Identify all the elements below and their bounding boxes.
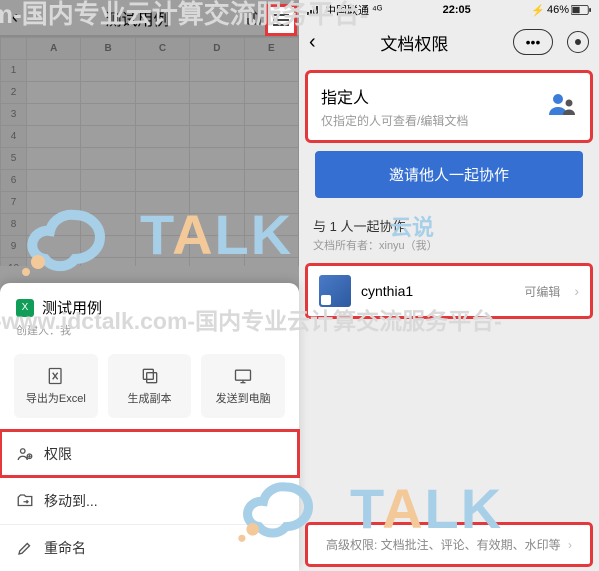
nav-bar: ‹ 文档权限 ••• [299, 20, 599, 64]
battery-label: 46% [547, 4, 569, 16]
monitor-icon [233, 366, 253, 386]
permission-label: 权限 [44, 444, 72, 464]
panel-title: 测试用例 [42, 297, 102, 318]
network-label: ⁴ᴳ [372, 4, 382, 16]
panel-subtitle: 创建人：我 [16, 322, 283, 338]
permission-icon [16, 445, 34, 463]
collab-count: 与 1 人一起协作 [313, 216, 585, 235]
invite-button[interactable]: 邀请他人一起协作 [315, 151, 583, 198]
menu-icon [272, 12, 290, 28]
spreadsheet-grid[interactable]: ABCDE 1 2 3 4 5 6 7 8 9 10 11 12 [0, 36, 299, 266]
rename-label: 重命名 [44, 538, 86, 558]
people-icon [547, 90, 577, 116]
nav-title: 文档权限 [316, 30, 513, 55]
more-button[interactable]: ••• [513, 29, 553, 55]
target-button[interactable] [567, 31, 589, 53]
back-icon[interactable]: ‹ [309, 31, 316, 54]
pencil-icon [16, 539, 34, 557]
specified-subtitle: 仅指定的人可查看/编辑文档 [321, 112, 577, 129]
time-label: 22:05 [382, 4, 531, 16]
action-sheet: X 测试用例 创建人：我 导出为Excel 生成副本 [0, 283, 299, 571]
signal-icon [307, 5, 321, 15]
collaborator-name: cynthia1 [361, 283, 514, 299]
menu-button-highlight[interactable] [267, 6, 295, 34]
collaborator-permission: 可编辑 [524, 283, 560, 300]
send-to-pc-button[interactable]: 发送到电脑 [201, 354, 285, 418]
carrier-label: 中国联通 [325, 2, 369, 18]
avatar [319, 275, 351, 307]
sheet-header: ‹ 测试用例 [0, 0, 299, 36]
move-row[interactable]: 移动到... [0, 477, 299, 524]
folder-move-icon [16, 492, 34, 510]
status-bar: 中国联通 ⁴ᴳ 22:05 ⚡ 46% [299, 0, 599, 20]
excel-icon: X [16, 299, 34, 317]
make-copy-button[interactable]: 生成副本 [108, 354, 192, 418]
collaborator-row[interactable]: cynthia1 可编辑 › [307, 265, 591, 317]
advanced-permissions-row[interactable]: 高级权限: 文档批注、评论、有效期、水印等 › [307, 524, 591, 565]
move-label: 移动到... [44, 491, 98, 511]
specified-people-card[interactable]: 指定人 仅指定的人可查看/编辑文档 [307, 72, 591, 141]
advanced-label: 高级权限: 文档批注、评论、有效期、水印等 [326, 538, 561, 552]
sheet-title: 测试用例 [30, 6, 245, 30]
invite-label: 邀请他人一起协作 [389, 167, 509, 184]
owner-label: 文档所有者：xinyu（我） [313, 237, 585, 253]
chevron-right-icon: › [568, 538, 572, 552]
chevron-right-icon: › [574, 283, 579, 299]
export-excel-button[interactable]: 导出为Excel [14, 354, 98, 418]
rename-row[interactable]: 重命名 [0, 524, 299, 571]
copy-icon [140, 366, 160, 386]
collab-section-header: 与 1 人一起协作 文档所有者：xinyu（我） [299, 208, 599, 261]
excel-export-icon [46, 366, 66, 386]
battery-icon [571, 5, 591, 15]
share-icon[interactable] [245, 9, 263, 27]
permission-row[interactable]: 权限 [0, 430, 299, 477]
back-icon[interactable]: ‹ [0, 7, 30, 28]
specified-title: 指定人 [321, 84, 577, 108]
